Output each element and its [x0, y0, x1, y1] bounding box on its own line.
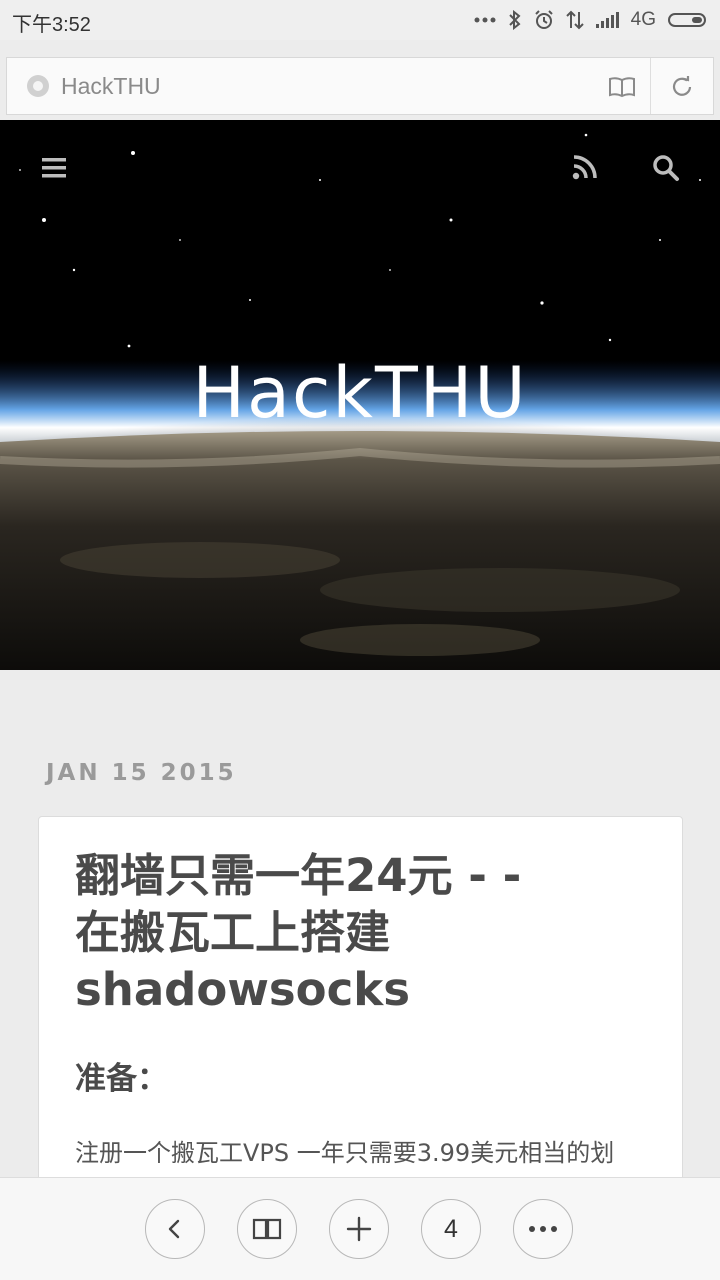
more-dots-icon — [474, 17, 496, 23]
more-icon — [529, 1226, 557, 1232]
battery-icon — [668, 13, 706, 27]
new-tab-button[interactable] — [329, 1199, 389, 1259]
post-title-line[interactable]: 在搬瓦工上搭建 — [75, 906, 390, 959]
post-card: 翻墙只需一年24元 - - 在搬瓦工上搭建 shadowsocks 准备： 注册… — [38, 816, 683, 1236]
address-divider — [650, 58, 651, 114]
address-title[interactable]: HackTHU — [61, 73, 161, 100]
post-title-line[interactable]: shadowsocks — [75, 963, 410, 1016]
reader-mode-icon[interactable] — [607, 72, 637, 102]
data-transfer-icon — [565, 10, 584, 30]
site-title[interactable]: HackTHU — [0, 352, 720, 434]
post-title[interactable]: 翻墙只需一年24元 - - 在搬瓦工上搭建 shadowsocks — [75, 847, 635, 1018]
signal-icon — [595, 12, 619, 28]
post-body-text: 注册一个搬瓦工VPS 一年只需要3.99美元相当的划 — [75, 1139, 615, 1167]
address-bar[interactable]: HackTHU — [6, 57, 714, 115]
site-favicon-icon — [27, 75, 49, 97]
browser-toolbar: 4 — [0, 1177, 720, 1280]
post-section-heading: 准备： — [75, 1061, 168, 1097]
search-icon[interactable] — [652, 154, 680, 182]
refresh-icon[interactable] — [667, 72, 697, 102]
status-bar: 下午3:52 4G — [0, 0, 720, 40]
new-tab-icon — [346, 1216, 372, 1242]
alarm-icon — [534, 10, 553, 29]
bookmarks-button[interactable] — [237, 1199, 297, 1259]
post-title-line[interactable]: 翻墙只需一年24元 - - — [75, 849, 521, 902]
network-type: 4G — [630, 9, 656, 30]
more-button[interactable] — [513, 1199, 573, 1259]
tabs-button[interactable]: 4 — [421, 1199, 481, 1259]
hero-header: HackTHU — [0, 120, 720, 670]
tab-count: 4 — [444, 1214, 458, 1243]
back-icon — [168, 1219, 180, 1239]
status-icons: 4G — [474, 6, 706, 34]
rss-icon[interactable] — [572, 154, 598, 180]
post-date: JAN 15 2015 — [46, 760, 237, 786]
status-time: 下午3:52 — [12, 14, 91, 36]
bluetooth-icon — [508, 10, 521, 30]
bookmarks-icon — [252, 1218, 282, 1240]
menu-icon[interactable] — [42, 156, 68, 180]
back-button[interactable] — [145, 1199, 205, 1259]
